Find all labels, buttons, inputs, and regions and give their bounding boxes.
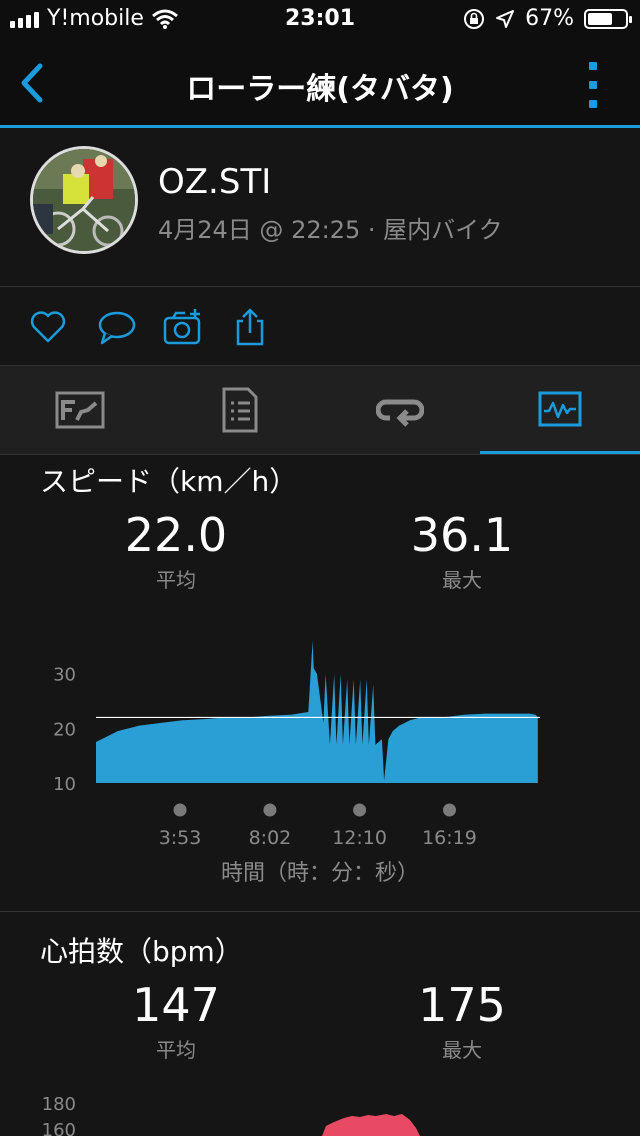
hr-series-area — [322, 1114, 420, 1136]
speed-chart[interactable]: 30 20 10 3:53 8:02 12:10 16:19 — [0, 600, 640, 860]
page-title: ローラー練(タバタ) — [186, 72, 454, 107]
nav-bar: ローラー練(タバタ) — [0, 40, 640, 128]
activity-header: OZ.STI 4月24日 @ 22:25 · 屋内バイク — [0, 128, 640, 287]
tab-bar — [0, 366, 640, 455]
hr-max-value: 175 — [418, 978, 506, 1032]
speed-section-title: スピード（km／h） — [40, 465, 298, 498]
comment-icon[interactable] — [96, 307, 136, 347]
heart-rate-section-title: 心拍数（bpm） — [40, 935, 243, 968]
hr-ytick-label: 160 — [42, 1120, 76, 1136]
laps-icon — [376, 399, 424, 427]
speed-xtick-label: 16:19 — [422, 827, 477, 849]
hr-avg-label: 平均 — [156, 1038, 196, 1062]
status-bar: Y!mobile 23:01 67% — [0, 0, 640, 40]
speed-xtick-label: 12:10 — [332, 827, 387, 849]
more-options-button[interactable] — [586, 62, 600, 108]
speed-ytick-label: 30 — [53, 665, 76, 686]
tab-laps[interactable] — [320, 366, 480, 454]
speed-avg-value: 22.0 — [124, 508, 228, 562]
hr-max-label: 最大 — [442, 1038, 482, 1062]
speed-max-label: 最大 — [442, 568, 482, 592]
speed-xtick-label: 8:02 — [249, 827, 292, 849]
speed-avg-label: 平均 — [156, 568, 196, 592]
more-dot — [589, 100, 597, 108]
location-icon — [496, 9, 515, 28]
speed-max-value: 36.1 — [410, 508, 514, 562]
details-icon — [222, 387, 258, 433]
tab-details[interactable] — [160, 366, 320, 454]
speed-ytick-label: 10 — [53, 774, 76, 795]
activity-date-type: 4月24日 @ 22:25 · 屋内バイク — [158, 216, 503, 244]
hr-ytick-label: 180 — [42, 1094, 76, 1115]
battery-icon — [584, 8, 632, 29]
tab-overview[interactable] — [0, 366, 160, 454]
heart-icon[interactable] — [28, 307, 68, 347]
speed-xtick-dot — [442, 803, 456, 817]
speed-series-area — [96, 640, 538, 783]
speed-ytick-label: 20 — [53, 719, 76, 740]
battery-percent: 67% — [525, 6, 574, 31]
avatar-photo — [33, 149, 135, 251]
action-row — [0, 287, 640, 366]
speed-chart-xaxis-title: 時間（時：分：秒） — [220, 861, 419, 886]
more-dot — [589, 81, 597, 89]
more-dot — [589, 62, 597, 70]
section-divider — [0, 911, 640, 912]
status-right: 67% — [463, 6, 632, 31]
speed-xtick-dot — [173, 803, 187, 817]
speed-xtick-dot — [263, 803, 277, 817]
share-icon[interactable] — [230, 307, 270, 347]
user-name[interactable]: OZ.STI — [158, 162, 271, 202]
overview-icon — [55, 391, 105, 429]
tab-charts[interactable] — [480, 366, 640, 454]
avatar[interactable] — [30, 146, 138, 254]
charts-icon — [538, 391, 582, 426]
speed-xtick-dot — [353, 803, 367, 817]
add-photo-icon[interactable] — [163, 307, 203, 347]
heart-rate-chart[interactable]: 180160 — [0, 1086, 640, 1136]
rotation-lock-icon — [464, 8, 485, 29]
speed-xtick-label: 3:53 — [159, 827, 202, 849]
battery-level — [588, 12, 613, 25]
hr-avg-value: 147 — [132, 978, 220, 1032]
